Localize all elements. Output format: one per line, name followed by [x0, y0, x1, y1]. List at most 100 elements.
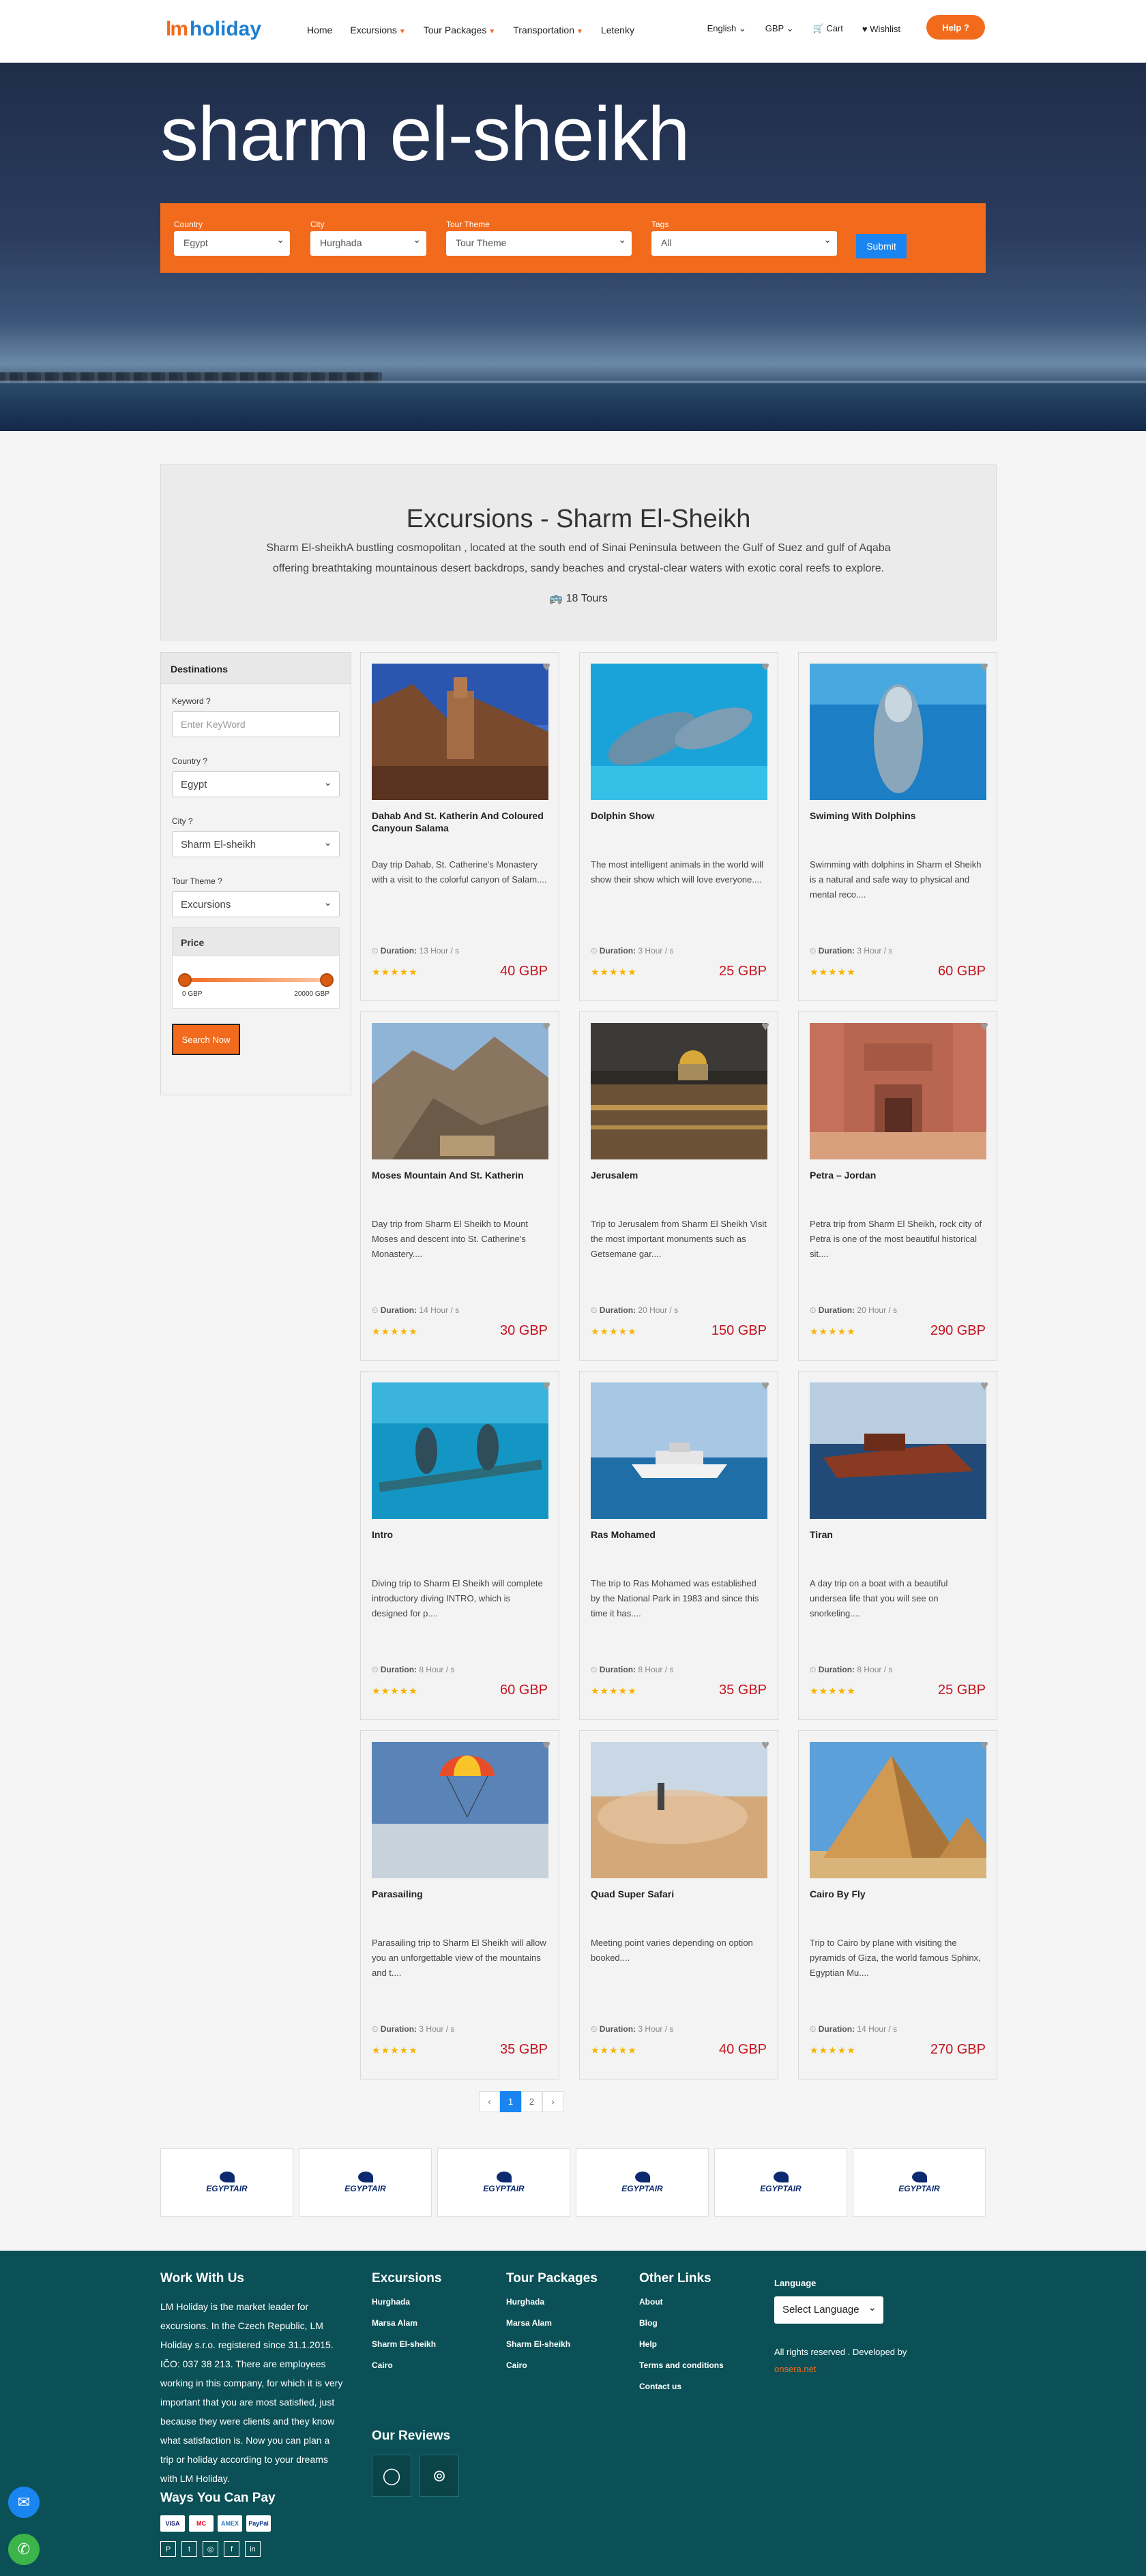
wishlist-heart-icon[interactable]: ♥: [980, 1738, 988, 1753]
page-button[interactable]: 1: [500, 2091, 521, 2112]
footer-link[interactable]: Hurghada: [506, 2297, 622, 2307]
tour-title[interactable]: Cairo By Fly: [810, 1888, 986, 1900]
tour-title[interactable]: Parasailing: [372, 1888, 548, 1900]
wishlist-heart-icon[interactable]: ♥: [761, 1738, 769, 1753]
footer-link[interactable]: Sharm El-sheikh: [506, 2339, 622, 2349]
footer-link[interactable]: Cairo: [506, 2360, 622, 2370]
tour-card[interactable]: ♥ Dahab And St. Katherin And Coloured Ca…: [360, 652, 559, 1001]
twitter-icon[interactable]: t: [181, 2541, 197, 2557]
tour-image[interactable]: [372, 1742, 548, 1878]
tour-card[interactable]: ♥ Jerusalem Trip to Jerusalem from Sharm…: [579, 1011, 778, 1361]
wishlist-heart-icon[interactable]: ♥: [542, 1378, 550, 1394]
tour-card[interactable]: ♥ Parasailing Parasailing trip to Sharm …: [360, 1730, 559, 2079]
tour-image[interactable]: [591, 1023, 767, 1159]
city-select[interactable]: Hurghada: [310, 231, 426, 256]
tour-title[interactable]: Quad Super Safari: [591, 1888, 767, 1900]
nav-letenky[interactable]: Letenky: [601, 25, 634, 35]
price-slider[interactable]: [178, 973, 334, 987]
instagram-icon[interactable]: ◎: [203, 2541, 218, 2557]
whatsapp-icon[interactable]: ✆: [8, 2534, 40, 2565]
price-min-handle[interactable]: [178, 973, 192, 987]
nav-transportation[interactable]: Transportation ▼: [513, 25, 583, 35]
tour-image[interactable]: [372, 664, 548, 800]
tour-title[interactable]: Moses Mountain And St. Katherin: [372, 1169, 548, 1181]
tour-title[interactable]: Tiran: [810, 1528, 986, 1541]
tour-image[interactable]: [810, 664, 986, 800]
wishlist-heart-icon[interactable]: ♥: [542, 1738, 550, 1753]
nav-tour-packages[interactable]: Tour Packages ▼: [424, 25, 496, 35]
country-select[interactable]: Egypt: [174, 231, 290, 256]
partner-logo[interactable]: EGYPTAIR: [437, 2148, 570, 2217]
language-select[interactable]: Select Language: [774, 2296, 883, 2324]
footer-link[interactable]: Marsa Alam: [372, 2318, 488, 2328]
tour-image[interactable]: [591, 1382, 767, 1519]
tour-card[interactable]: ♥ Petra – Jordan Petra trip from Sharm E…: [798, 1011, 997, 1361]
tripadvisor-icon[interactable]: ⊚: [420, 2455, 459, 2497]
tour-title[interactable]: Petra – Jordan: [810, 1169, 986, 1181]
tour-card[interactable]: ♥ Ras Mohamed The trip to Ras Mohamed wa…: [579, 1371, 778, 1720]
tour-title[interactable]: Jerusalem: [591, 1169, 767, 1181]
site-logo[interactable]: lm holiday: [166, 18, 261, 41]
tour-card[interactable]: ♥ Intro Diving trip to Sharm El Sheikh w…: [360, 1371, 559, 1720]
prev-page-button[interactable]: ‹: [479, 2091, 500, 2112]
keyword-input[interactable]: Enter KeyWord: [172, 711, 340, 737]
linkedin-icon[interactable]: in: [245, 2541, 261, 2557]
footer-link[interactable]: Terms and conditions: [639, 2360, 769, 2370]
price-max-handle[interactable]: [320, 973, 334, 987]
submit-button[interactable]: Submit: [856, 234, 907, 258]
footer-link[interactable]: Blog: [639, 2318, 769, 2328]
tour-image[interactable]: [591, 1742, 767, 1878]
wishlist-heart-icon[interactable]: ♥: [761, 1378, 769, 1394]
wishlist-heart-icon[interactable]: ♥: [761, 1019, 769, 1035]
tour-image[interactable]: [372, 1023, 548, 1159]
tour-card[interactable]: ♥ Moses Mountain And St. Katherin Day tr…: [360, 1011, 559, 1361]
footer-link[interactable]: Hurghada: [372, 2297, 488, 2307]
tour-card[interactable]: ♥ Cairo By Fly Trip to Cairo by plane wi…: [798, 1730, 997, 2079]
partner-logo[interactable]: EGYPTAIR: [299, 2148, 432, 2217]
tour-card[interactable]: ♥ Swiming With Dolphins Swimming with do…: [798, 652, 997, 1001]
footer-link[interactable]: About: [639, 2297, 769, 2307]
footer-link[interactable]: Marsa Alam: [506, 2318, 622, 2328]
developer-link[interactable]: onsera.net: [774, 2364, 952, 2374]
footer-link[interactable]: Contact us: [639, 2382, 769, 2391]
partner-logo[interactable]: EGYPTAIR: [160, 2148, 293, 2217]
tour-title[interactable]: Dahab And St. Katherin And Coloured Cany…: [372, 810, 548, 834]
wishlist-heart-icon[interactable]: ♥: [542, 1019, 550, 1035]
search-now-button[interactable]: Search Now: [172, 1024, 240, 1055]
wishlist-heart-icon[interactable]: ♥: [980, 1019, 988, 1035]
cart-link[interactable]: 🛒 Cart: [813, 23, 843, 34]
language-dropdown[interactable]: English ⌄: [707, 23, 746, 34]
tour-title[interactable]: Intro: [372, 1528, 548, 1541]
facebook-icon[interactable]: f: [224, 2541, 239, 2557]
review-badge-icon[interactable]: ◯: [372, 2455, 411, 2497]
tour-image[interactable]: [810, 1023, 986, 1159]
footer-link[interactable]: Cairo: [372, 2360, 488, 2370]
tour-image[interactable]: [372, 1382, 548, 1519]
tour-image[interactable]: [810, 1742, 986, 1878]
sidebar-country-select[interactable]: Egypt: [172, 771, 340, 797]
wishlist-heart-icon[interactable]: ♥: [542, 660, 550, 675]
currency-dropdown[interactable]: GBP ⌄: [765, 23, 794, 34]
wishlist-heart-icon[interactable]: ♥: [980, 1378, 988, 1394]
tags-select[interactable]: All: [651, 231, 837, 256]
wishlist-heart-icon[interactable]: ♥: [980, 660, 988, 675]
tour-title[interactable]: Dolphin Show: [591, 810, 767, 822]
partner-logo[interactable]: EGYPTAIR: [853, 2148, 986, 2217]
pinterest-icon[interactable]: P: [160, 2541, 176, 2557]
tour-image[interactable]: [591, 664, 767, 800]
messenger-icon[interactable]: ✉: [8, 2487, 40, 2518]
wishlist-heart-icon[interactable]: ♥: [761, 660, 769, 675]
sidebar-theme-select[interactable]: Excursions: [172, 891, 340, 917]
tour-title[interactable]: Ras Mohamed: [591, 1528, 767, 1541]
theme-select[interactable]: Tour Theme: [446, 231, 632, 256]
tour-card[interactable]: ♥ Dolphin Show The most intelligent anim…: [579, 652, 778, 1001]
tour-card[interactable]: ♥ Quad Super Safari Meeting point varies…: [579, 1730, 778, 2079]
tour-card[interactable]: ♥ Tiran A day trip on a boat with a beau…: [798, 1371, 997, 1720]
tour-image[interactable]: [810, 1382, 986, 1519]
nav-excursions[interactable]: Excursions ▼: [350, 25, 405, 35]
page-button[interactable]: 2: [521, 2091, 542, 2112]
wishlist-link[interactable]: ♥ Wishlist: [862, 24, 900, 34]
help-button[interactable]: Help ?: [926, 15, 985, 40]
footer-link[interactable]: Sharm El-sheikh: [372, 2339, 488, 2349]
sidebar-city-select[interactable]: Sharm El-sheikh: [172, 831, 340, 857]
